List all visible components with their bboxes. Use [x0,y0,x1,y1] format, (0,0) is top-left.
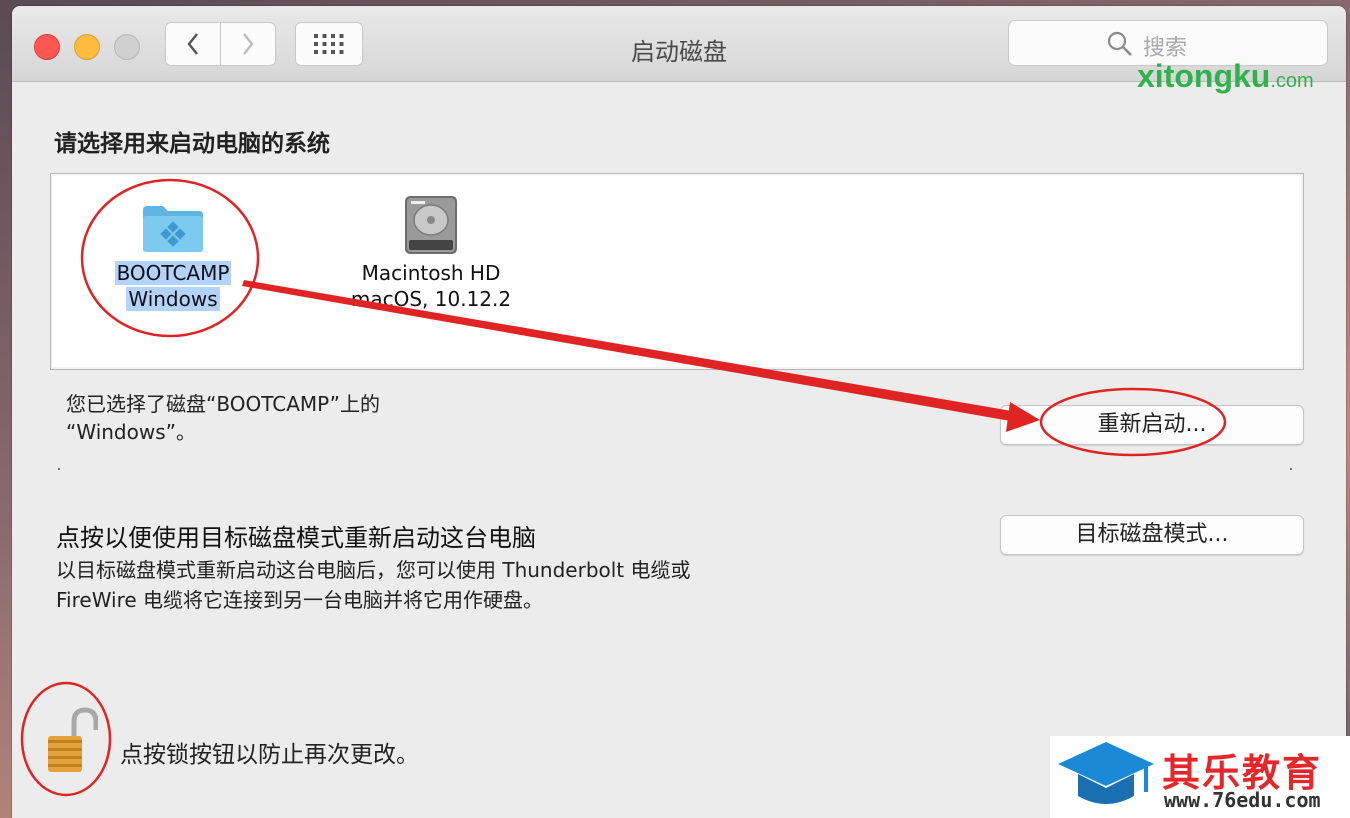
graduation-cap-icon [1058,742,1154,804]
annotation-circle-lock [20,681,112,797]
annotation-circle-bootcamp [80,178,260,338]
annotation-arrow [242,280,1040,432]
annotation-circle-restart [1039,387,1227,457]
watermark-76edu-url: www.76edu.com [1164,788,1321,812]
annotation-overlay [20,178,1227,797]
watermark-76edu: 其乐教育 www.76edu.com [1050,736,1350,818]
